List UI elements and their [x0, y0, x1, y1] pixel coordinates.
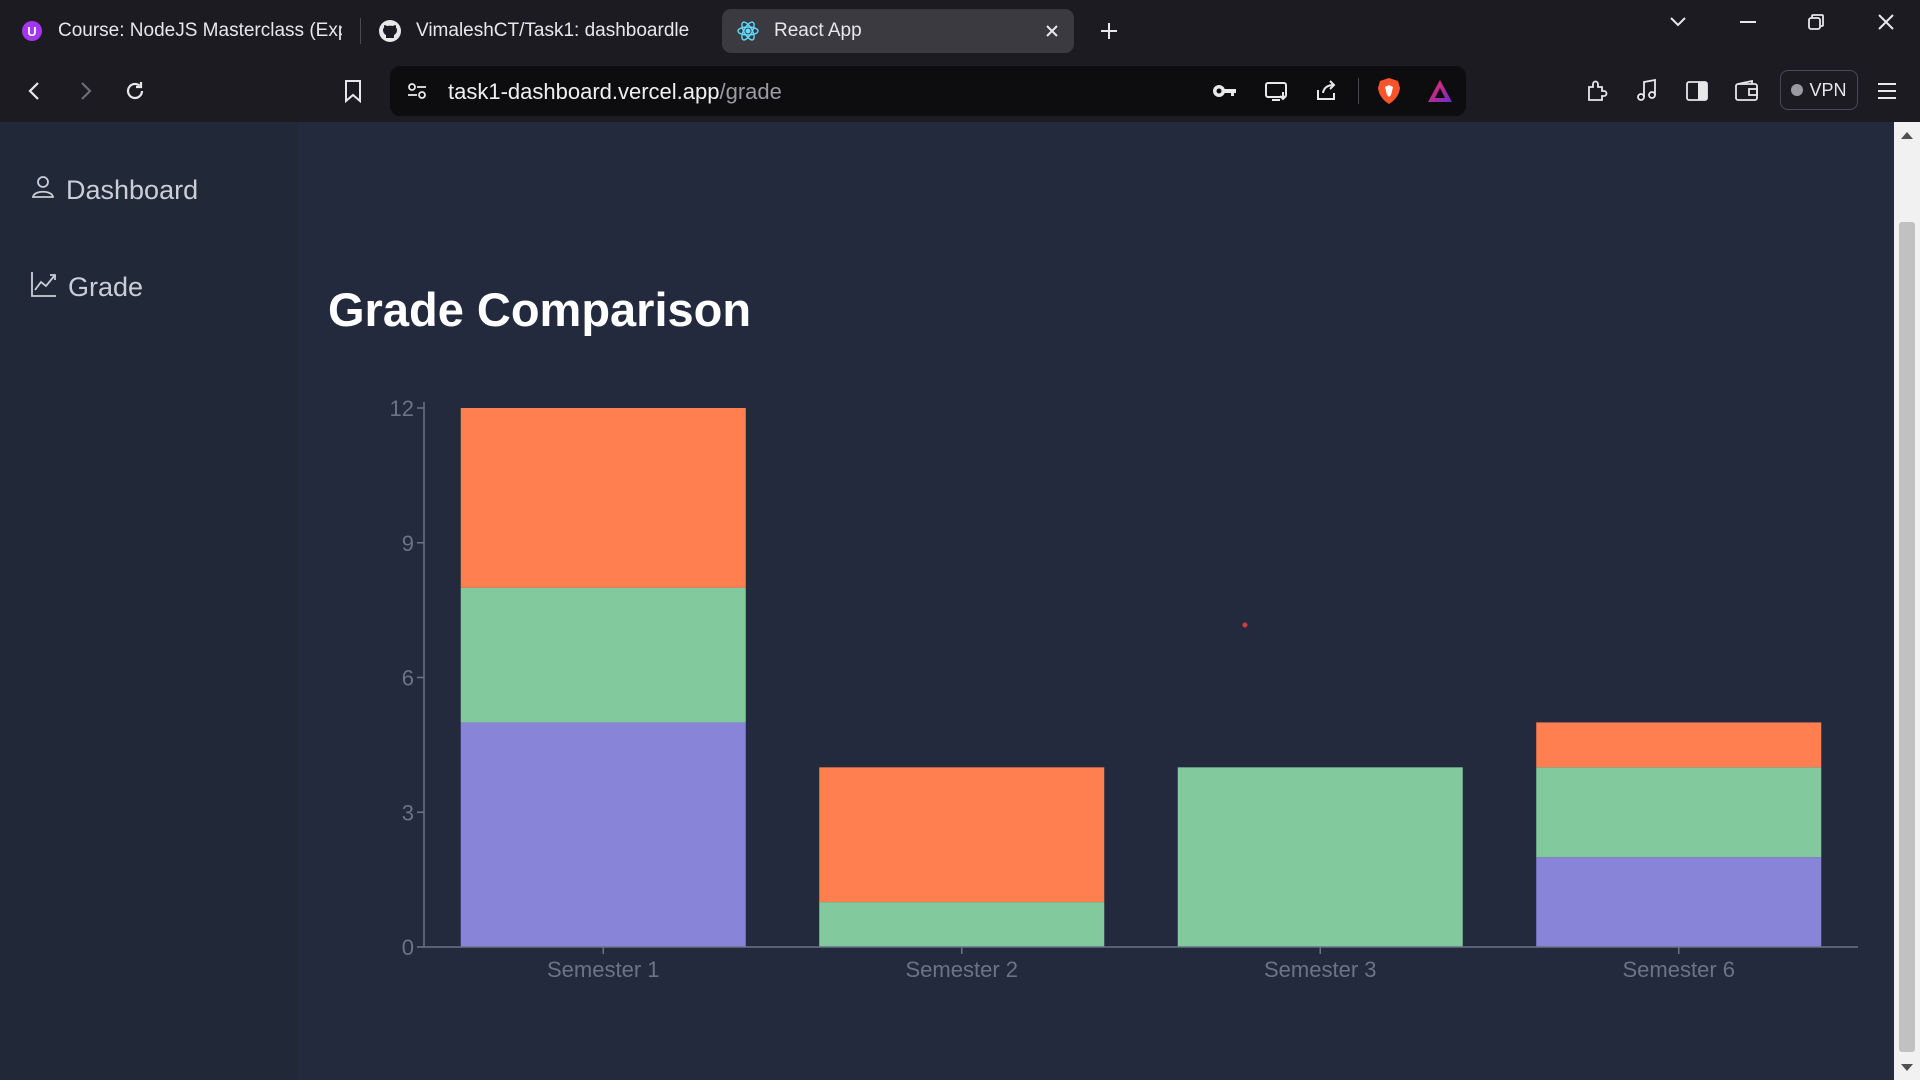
y-tick-label: 3 — [402, 800, 414, 825]
extensions-icon[interactable] — [1578, 72, 1616, 110]
github-icon — [378, 19, 402, 43]
minimize-icon[interactable] — [1726, 8, 1770, 36]
tab-title: React App — [774, 20, 862, 41]
close-tab-icon[interactable] — [1040, 19, 1064, 43]
address-bar[interactable]: task1-dashboard.vercel.app/grade — [390, 66, 1466, 116]
bar-segment[interactable] — [460, 408, 746, 588]
cast-icon[interactable] — [1264, 80, 1290, 107]
vpn-button[interactable]: VPN — [1780, 70, 1858, 110]
tab-divider — [360, 18, 361, 44]
sidebar-item-dashboard[interactable]: Dashboard — [30, 174, 198, 207]
wallet-icon[interactable] — [1728, 72, 1766, 110]
url-path: /grade — [719, 79, 782, 104]
bar-segment[interactable] — [460, 722, 746, 947]
scroll-down-icon[interactable] — [1901, 1064, 1913, 1071]
media-icon[interactable] — [1628, 72, 1666, 110]
new-tab-button[interactable] — [1094, 16, 1124, 46]
forward-icon[interactable] — [66, 72, 104, 110]
sidebar-item-label: Dashboard — [66, 175, 199, 205]
tab-github[interactable]: VimaleshCT/Task1: dashboardlearn — [364, 9, 704, 53]
user-icon — [30, 174, 56, 207]
x-tick-label: Semester 6 — [1623, 957, 1736, 982]
bar-segment[interactable] — [1177, 767, 1463, 947]
tab-title: VimaleshCT/Task1: dashboardlearn — [416, 20, 690, 41]
course-icon: U — [20, 19, 44, 43]
y-tick-label: 9 — [402, 531, 414, 556]
sidebar: Dashboard Grade — [0, 122, 298, 1080]
bar-segment[interactable] — [1536, 722, 1822, 768]
scroll-up-icon[interactable] — [1901, 132, 1913, 139]
tab-course[interactable]: U Course: NodeJS Masterclass (Express — [6, 9, 356, 53]
bar-segment[interactable] — [460, 587, 746, 723]
url-text: task1-dashboard.vercel.app/grade — [448, 79, 782, 105]
y-tick-label: 12 — [390, 396, 414, 421]
svg-text:U: U — [27, 24, 36, 39]
bar-segment[interactable] — [819, 902, 1105, 947]
y-tick-label: 0 — [402, 935, 414, 960]
scroll-thumb[interactable] — [1899, 222, 1915, 1052]
vpn-status-icon — [1791, 84, 1804, 96]
react-icon — [736, 19, 760, 43]
x-tick-label: Semester 3 — [1264, 957, 1377, 982]
line-chart-icon — [30, 270, 58, 305]
page-scrollbar[interactable] — [1894, 122, 1920, 1080]
reload-icon[interactable] — [116, 72, 154, 110]
url-divider — [1358, 78, 1359, 104]
tab-react-app[interactable]: React App — [722, 9, 1074, 53]
grade-comparison-chart: 0 3 6 9 12 Semester 1 Semester 2 Semester 3 Seme… — [390, 396, 1858, 982]
x-tick-label: Semester 1 — [547, 957, 660, 982]
brave-rewards-icon[interactable] — [1426, 78, 1454, 109]
share-icon[interactable] — [1314, 78, 1340, 107]
x-tick-label: Semester 2 — [906, 957, 1019, 982]
cursor-dot — [1242, 622, 1248, 628]
bar-segment[interactable] — [1536, 767, 1822, 858]
close-window-icon[interactable] — [1864, 8, 1908, 36]
vpn-label: VPN — [1809, 79, 1847, 100]
site-settings-icon[interactable] — [406, 80, 428, 107]
tab-title: Course: NodeJS Masterclass (Express — [58, 20, 342, 41]
sidebar-toggle-icon[interactable] — [1678, 72, 1716, 110]
sidebar-item-grade[interactable]: Grade — [30, 270, 143, 305]
bar-segment[interactable] — [819, 767, 1105, 903]
web-page: Dashboard Grade Grade Comparison 0 3 6 9 12 S… — [0, 122, 1920, 1080]
key-icon[interactable] — [1212, 80, 1238, 107]
main-content: Grade Comparison 0 3 6 9 12 Semester 1 Semeste… — [298, 122, 1894, 1080]
back-icon[interactable] — [16, 72, 54, 110]
url-host: task1-dashboard.vercel.app — [448, 79, 720, 104]
y-tick-label: 6 — [402, 666, 414, 691]
tab-search-chevron-icon[interactable] — [1656, 8, 1700, 36]
browser-toolbar: task1-dashboard.vercel.app/grade VPN — [0, 60, 1920, 122]
bookmark-icon[interactable] — [334, 72, 372, 110]
restore-icon[interactable] — [1794, 8, 1838, 36]
menu-icon[interactable] — [1868, 72, 1906, 110]
sidebar-item-label: Grade — [68, 272, 144, 302]
brave-shields-icon[interactable] — [1376, 76, 1402, 111]
bar-segment[interactable] — [1536, 857, 1822, 947]
tab-strip: U Course: NodeJS Masterclass (Express Vi… — [0, 0, 1920, 60]
